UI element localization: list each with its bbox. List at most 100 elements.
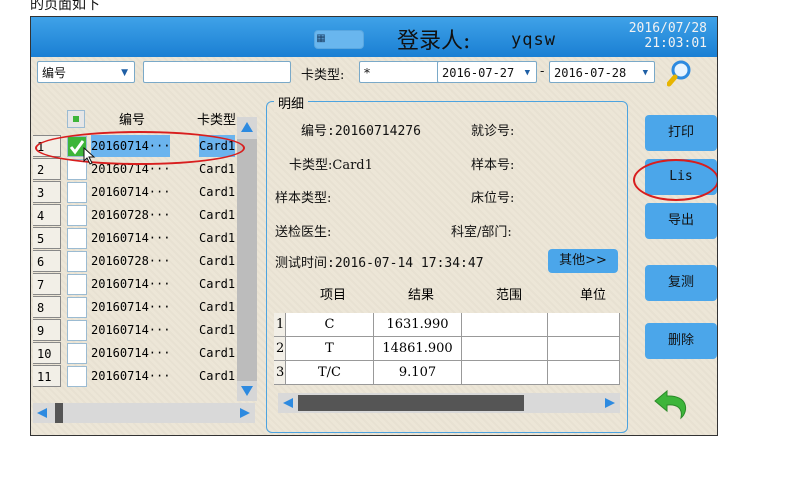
chevron-down-icon: ▼	[524, 68, 530, 78]
row-checkbox[interactable]	[67, 343, 87, 364]
row-type: Card1	[199, 346, 236, 360]
row-number: 11	[33, 365, 61, 387]
result-cell-num: 1	[274, 313, 286, 337]
results-col-range: 范围	[496, 288, 523, 303]
row-type: Card1	[199, 369, 236, 383]
list-item[interactable]: 3 20160714··· Card1	[33, 181, 239, 204]
result-cell-item: T	[286, 337, 374, 361]
back-arrow-icon[interactable]	[653, 385, 697, 425]
list-item[interactable]: 11 20160714··· Card1	[33, 365, 239, 388]
export-button[interactable]: 导出	[645, 203, 717, 239]
detail-title: 明细	[274, 93, 309, 112]
table-row[interactable]: 3 T/C 9.107	[274, 361, 620, 385]
result-cell-value: 1631.990	[374, 313, 462, 337]
scroll-left-icon[interactable]	[36, 407, 48, 419]
row-type: Card1	[199, 185, 236, 199]
row-type: Card1	[199, 254, 236, 268]
results-horizontal-scrollbar[interactable]	[278, 393, 620, 413]
row-type: Card1	[199, 323, 236, 337]
list-col-type[interactable]: 卡类型	[197, 109, 236, 128]
table-row[interactable]: 2 T 14861.900	[274, 337, 620, 361]
row-number: 5	[33, 227, 61, 249]
list-item[interactable]: 8 20160714··· Card1	[33, 296, 239, 319]
search-input[interactable]	[143, 61, 291, 83]
list-horizontal-scrollbar[interactable]	[33, 403, 255, 423]
annotation-ellipse-lis	[633, 159, 717, 201]
detail-code: 编号:20160714276	[301, 124, 421, 139]
row-type: Card1	[199, 277, 236, 291]
date-separator: -	[540, 64, 545, 79]
login-label: 登录人:	[397, 29, 471, 54]
row-code: 20160714···	[91, 185, 171, 199]
other-button[interactable]: 其他>>	[548, 249, 618, 273]
time-text: 21:03:01	[644, 36, 707, 51]
row-checkbox[interactable]	[67, 205, 87, 226]
result-cell-num: 3	[274, 361, 286, 385]
row-checkbox[interactable]	[67, 251, 87, 272]
result-cell-num: 2	[274, 337, 286, 361]
scroll-right-icon[interactable]	[239, 407, 251, 419]
row-number: 6	[33, 250, 61, 272]
result-cell-range	[462, 361, 548, 385]
instrument-screen: ▦ 登录人: yqsw 2016/07/28 21:03:01 编号 ▼ 卡类型…	[30, 16, 718, 436]
result-cell-unit	[548, 313, 620, 337]
date-from-value: 2016-07-27	[442, 66, 515, 80]
row-code: 20160728···	[91, 254, 171, 268]
list-vscroll-thumb[interactable]	[237, 139, 257, 381]
scroll-right-icon[interactable]	[604, 397, 616, 409]
date-from-select[interactable]: 2016-07-27 ▼	[437, 61, 537, 83]
login-user: yqsw	[511, 30, 556, 50]
scroll-down-icon[interactable]	[240, 385, 254, 397]
table-row[interactable]: 1 C 1631.990	[274, 313, 620, 337]
retest-button[interactable]: 复测	[645, 265, 717, 301]
result-cell-item: C	[286, 313, 374, 337]
list-item[interactable]: 6 20160728··· Card1	[33, 250, 239, 273]
row-code: 20160714···	[91, 369, 171, 383]
field-select-value: 编号	[42, 66, 67, 80]
date-to-value: 2016-07-28	[554, 66, 627, 80]
row-number: 2	[33, 158, 61, 180]
list-item[interactable]: 10 20160714··· Card1	[33, 342, 239, 365]
detail-visit-no: 就诊号:	[471, 124, 515, 139]
row-checkbox[interactable]	[67, 366, 87, 387]
row-number: 10	[33, 342, 61, 364]
list-vertical-scrollbar[interactable]	[237, 117, 257, 401]
detail-card-type: 卡类型:Card1	[289, 158, 373, 173]
detail-sample-no: 样本号:	[471, 158, 515, 173]
select-all-checkbox[interactable]	[67, 110, 85, 128]
row-checkbox[interactable]	[67, 320, 87, 341]
row-number: 4	[33, 204, 61, 226]
list-item[interactable]: 7 20160714··· Card1	[33, 273, 239, 296]
page-caption: 的页面如下	[30, 0, 100, 13]
row-checkbox[interactable]	[67, 228, 87, 249]
detail-department: 科室/部门:	[451, 225, 512, 240]
list-item[interactable]: 4 20160728··· Card1	[33, 204, 239, 227]
search-icon[interactable]	[667, 59, 697, 89]
battery-icon: ▦	[316, 33, 326, 44]
row-checkbox[interactable]	[67, 182, 87, 203]
row-type: Card1	[199, 300, 236, 314]
scroll-up-icon[interactable]	[240, 121, 254, 133]
date-to-select[interactable]: 2016-07-28 ▼	[549, 61, 655, 83]
card-type-label: 卡类型:	[301, 68, 345, 83]
result-cell-range	[462, 313, 548, 337]
delete-button[interactable]: 删除	[645, 323, 717, 359]
annotation-ellipse-row	[35, 131, 245, 165]
print-button[interactable]: 打印	[645, 115, 717, 151]
field-select[interactable]: 编号 ▼	[37, 61, 135, 83]
list-hscroll-thumb[interactable]	[55, 403, 63, 423]
row-code: 20160714···	[91, 231, 171, 245]
list-item[interactable]: 9 20160714··· Card1	[33, 319, 239, 342]
cursor-icon	[83, 147, 96, 165]
list-col-code[interactable]: 编号	[119, 109, 145, 128]
list-item[interactable]: 5 20160714··· Card1	[33, 227, 239, 250]
row-checkbox[interactable]	[67, 297, 87, 318]
row-code: 20160714···	[91, 300, 171, 314]
result-cell-value: 9.107	[374, 361, 462, 385]
results-hscroll-thumb[interactable]	[298, 395, 524, 411]
row-checkbox[interactable]	[67, 274, 87, 295]
results-col-value: 结果	[408, 288, 435, 303]
title-bar	[31, 17, 717, 57]
row-code: 20160714···	[91, 323, 171, 337]
scroll-left-icon[interactable]	[282, 397, 294, 409]
